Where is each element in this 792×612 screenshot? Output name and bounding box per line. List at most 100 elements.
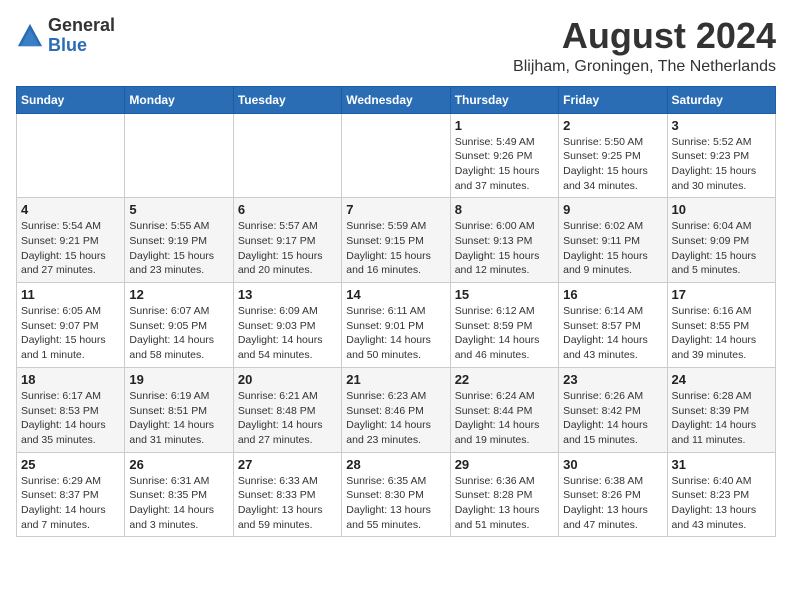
day-number: 3 (672, 118, 771, 133)
day-number: 21 (346, 372, 445, 387)
day-info: Sunrise: 6:36 AM Sunset: 8:28 PM Dayligh… (455, 474, 554, 533)
calendar-cell: 14 Sunrise: 6:11 AM Sunset: 9:01 PM Dayli… (342, 283, 450, 368)
calendar-cell: 7 Sunrise: 5:59 AM Sunset: 9:15 PM Daylig… (342, 198, 450, 283)
day-number: 2 (563, 118, 662, 133)
day-info: Sunrise: 6:09 AM Sunset: 9:03 PM Dayligh… (238, 304, 337, 363)
day-info: Sunrise: 6:17 AM Sunset: 8:53 PM Dayligh… (21, 389, 120, 448)
calendar-cell: 31Sunrise: 6:40 AM Sunset: 8:23 PM Dayli… (667, 452, 775, 537)
day-number: 7 (346, 202, 445, 217)
day-number: 30 (563, 457, 662, 472)
day-info: Sunrise: 5:52 AM Sunset: 9:23 PM Dayligh… (672, 135, 771, 194)
day-number: 31 (672, 457, 771, 472)
weekday-header-monday: Monday (125, 86, 233, 113)
day-info: Sunrise: 6:16 AM Sunset: 8:55 PM Dayligh… (672, 304, 771, 363)
calendar-cell (233, 113, 341, 198)
day-info: Sunrise: 6:21 AM Sunset: 8:48 PM Dayligh… (238, 389, 337, 448)
day-number: 20 (238, 372, 337, 387)
calendar-cell: 9 Sunrise: 6:02 AM Sunset: 9:11 PM Daylig… (559, 198, 667, 283)
calendar-cell: 16 Sunrise: 6:14 AM Sunset: 8:57 PM Dayli… (559, 283, 667, 368)
month-year-title: August 2024 (513, 16, 776, 56)
calendar-cell: 8Sunrise: 6:00 AM Sunset: 9:13 PM Daylig… (450, 198, 558, 283)
weekday-header-tuesday: Tuesday (233, 86, 341, 113)
calendar-cell: 22 Sunrise: 6:24 AM Sunset: 8:44 PM Dayli… (450, 367, 558, 452)
day-info: Sunrise: 5:57 AM Sunset: 9:17 PM Dayligh… (238, 219, 337, 278)
calendar-week-row: 11 Sunrise: 6:05 AM Sunset: 9:07 PM Dayli… (17, 283, 776, 368)
calendar-cell: 19 Sunrise: 6:19 AM Sunset: 8:51 PM Dayli… (125, 367, 233, 452)
calendar-week-row: 1Sunrise: 5:49 AM Sunset: 9:26 PM Daylig… (17, 113, 776, 198)
weekday-header-sunday: Sunday (17, 86, 125, 113)
day-info: Sunrise: 5:49 AM Sunset: 9:26 PM Dayligh… (455, 135, 554, 194)
title-block: August 2024 Blijham, Groningen, The Neth… (513, 16, 776, 76)
day-number: 22 (455, 372, 554, 387)
day-info: Sunrise: 6:35 AM Sunset: 8:30 PM Dayligh… (346, 474, 445, 533)
day-number: 15 (455, 287, 554, 302)
day-info: Sunrise: 6:05 AM Sunset: 9:07 PM Dayligh… (21, 304, 120, 363)
weekday-header-friday: Friday (559, 86, 667, 113)
calendar-cell: 29 Sunrise: 6:36 AM Sunset: 8:28 PM Dayli… (450, 452, 558, 537)
day-number: 4 (21, 202, 120, 217)
calendar-cell (17, 113, 125, 198)
day-info: Sunrise: 6:12 AM Sunset: 8:59 PM Dayligh… (455, 304, 554, 363)
day-number: 27 (238, 457, 337, 472)
calendar-cell: 25Sunrise: 6:29 AM Sunset: 8:37 PM Dayli… (17, 452, 125, 537)
calendar-cell: 1Sunrise: 5:49 AM Sunset: 9:26 PM Daylig… (450, 113, 558, 198)
day-info: Sunrise: 5:50 AM Sunset: 9:25 PM Dayligh… (563, 135, 662, 194)
day-info: Sunrise: 6:02 AM Sunset: 9:11 PM Dayligh… (563, 219, 662, 278)
calendar-cell: 30Sunrise: 6:38 AM Sunset: 8:26 PM Dayli… (559, 452, 667, 537)
day-info: Sunrise: 6:28 AM Sunset: 8:39 PM Dayligh… (672, 389, 771, 448)
day-info: Sunrise: 5:55 AM Sunset: 9:19 PM Dayligh… (129, 219, 228, 278)
day-number: 14 (346, 287, 445, 302)
day-number: 13 (238, 287, 337, 302)
day-info: Sunrise: 6:24 AM Sunset: 8:44 PM Dayligh… (455, 389, 554, 448)
weekday-header-thursday: Thursday (450, 86, 558, 113)
day-info: Sunrise: 6:19 AM Sunset: 8:51 PM Dayligh… (129, 389, 228, 448)
page-header: General Blue August 2024 Blijham, Gronin… (16, 16, 776, 76)
logo-blue-text: Blue (48, 35, 87, 55)
day-number: 11 (21, 287, 120, 302)
day-number: 28 (346, 457, 445, 472)
calendar-cell: 27Sunrise: 6:33 AM Sunset: 8:33 PM Dayli… (233, 452, 341, 537)
day-number: 12 (129, 287, 228, 302)
calendar-cell: 3 Sunrise: 5:52 AM Sunset: 9:23 PM Daylig… (667, 113, 775, 198)
calendar-week-row: 18 Sunrise: 6:17 AM Sunset: 8:53 PM Dayli… (17, 367, 776, 452)
calendar-table: SundayMondayTuesdayWednesdayThursdayFrid… (16, 86, 776, 538)
day-number: 6 (238, 202, 337, 217)
day-info: Sunrise: 6:04 AM Sunset: 9:09 PM Dayligh… (672, 219, 771, 278)
calendar-cell: 4Sunrise: 5:54 AM Sunset: 9:21 PM Daylig… (17, 198, 125, 283)
day-number: 18 (21, 372, 120, 387)
calendar-cell (125, 113, 233, 198)
calendar-cell: 11 Sunrise: 6:05 AM Sunset: 9:07 PM Dayli… (17, 283, 125, 368)
location-subtitle: Blijham, Groningen, The Netherlands (513, 58, 776, 76)
calendar-cell: 13 Sunrise: 6:09 AM Sunset: 9:03 PM Dayli… (233, 283, 341, 368)
day-number: 5 (129, 202, 228, 217)
day-number: 25 (21, 457, 120, 472)
day-number: 8 (455, 202, 554, 217)
calendar-cell: 15 Sunrise: 6:12 AM Sunset: 8:59 PM Dayli… (450, 283, 558, 368)
weekday-header-saturday: Saturday (667, 86, 775, 113)
day-info: Sunrise: 6:26 AM Sunset: 8:42 PM Dayligh… (563, 389, 662, 448)
day-number: 24 (672, 372, 771, 387)
calendar-cell: 17 Sunrise: 6:16 AM Sunset: 8:55 PM Dayli… (667, 283, 775, 368)
logo: General Blue (16, 16, 115, 56)
day-number: 17 (672, 287, 771, 302)
weekday-header-row: SundayMondayTuesdayWednesdayThursdayFrid… (17, 86, 776, 113)
day-number: 16 (563, 287, 662, 302)
calendar-cell: 20 Sunrise: 6:21 AM Sunset: 8:48 PM Dayli… (233, 367, 341, 452)
logo-icon (16, 22, 44, 50)
calendar-cell: 6 Sunrise: 5:57 AM Sunset: 9:17 PM Daylig… (233, 198, 341, 283)
day-number: 19 (129, 372, 228, 387)
logo-general-text: General (48, 15, 115, 35)
day-info: Sunrise: 6:11 AM Sunset: 9:01 PM Dayligh… (346, 304, 445, 363)
weekday-header-wednesday: Wednesday (342, 86, 450, 113)
day-number: 9 (563, 202, 662, 217)
calendar-cell: 5 Sunrise: 5:55 AM Sunset: 9:19 PM Daylig… (125, 198, 233, 283)
day-number: 29 (455, 457, 554, 472)
day-number: 26 (129, 457, 228, 472)
calendar-cell (342, 113, 450, 198)
day-info: Sunrise: 6:23 AM Sunset: 8:46 PM Dayligh… (346, 389, 445, 448)
day-info: Sunrise: 6:14 AM Sunset: 8:57 PM Dayligh… (563, 304, 662, 363)
calendar-cell: 10Sunrise: 6:04 AM Sunset: 9:09 PM Dayli… (667, 198, 775, 283)
day-info: Sunrise: 6:07 AM Sunset: 9:05 PM Dayligh… (129, 304, 228, 363)
calendar-cell: 12 Sunrise: 6:07 AM Sunset: 9:05 PM Dayli… (125, 283, 233, 368)
day-info: Sunrise: 5:59 AM Sunset: 9:15 PM Dayligh… (346, 219, 445, 278)
